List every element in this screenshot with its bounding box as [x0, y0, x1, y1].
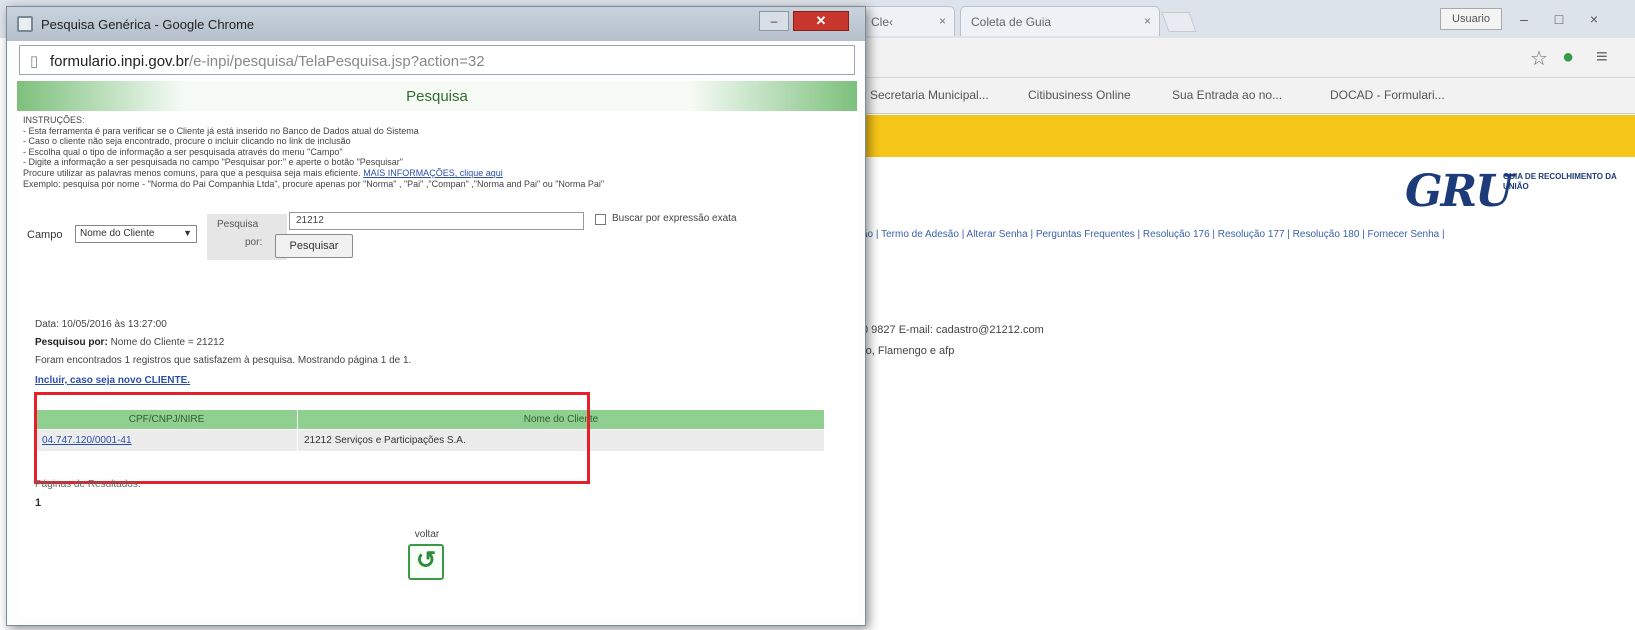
instruction-line: - Esta ferramenta é para verificar se o …: [23, 125, 419, 136]
url-path: /e-inpi/pesquisa/TelaPesquisa.jsp?action…: [188, 53, 485, 70]
page-header-bar: Pesquisa: [17, 81, 857, 111]
site-nav-links[interactable]: ão | Termo de Adesão | Alterar Senha | P…: [862, 229, 1635, 240]
popup-titlebar[interactable]: Pesquisa Genérica - Google Chrome – ✕: [7, 7, 865, 41]
more-info-link[interactable]: MAIS INFORMAÇÕES, clique aqui: [363, 168, 503, 178]
extension-icon[interactable]: ●: [1562, 46, 1574, 69]
minimize-button[interactable]: –: [759, 11, 789, 31]
back-arrow-icon[interactable]: ↺: [408, 544, 444, 580]
menu-icon[interactable]: ≡: [1596, 46, 1608, 69]
background-tab-1[interactable]: Cle‹ ×: [860, 6, 955, 36]
background-address-bar[interactable]: [860, 38, 1635, 78]
campo-select[interactable]: Nome do Cliente ▼: [75, 225, 197, 243]
gru-logo-caption: Guia de Recolhimento da União: [1503, 172, 1617, 191]
result-count: Foram encontrados 1 registros que satisf…: [35, 355, 412, 366]
page-info-icon: ▯: [30, 53, 39, 70]
campo-label: Campo: [27, 229, 63, 241]
maximize-icon[interactable]: □: [1545, 8, 1573, 30]
user-profile-button[interactable]: Usuario: [1440, 8, 1502, 30]
exact-match-checkbox[interactable]: [595, 214, 606, 225]
por-label: por:: [245, 237, 263, 248]
address-line: ro, Flamengo e afp: [862, 345, 955, 357]
popup-window: Pesquisa Genérica - Google Chrome – ✕ ▯ f…: [6, 6, 866, 626]
bookmarks-bar: Secretaria Municipal... Citibusiness Onl…: [860, 78, 1635, 114]
site-banner: [860, 115, 1635, 157]
contact-line: 0 9827 E-mail: cadastro@21212.com: [862, 324, 1044, 336]
popup-page-content: Pesquisa INSTRUÇÕES: - Esta ferramenta é…: [17, 81, 857, 617]
tab-label: Coleta de Guia: [971, 15, 1052, 29]
close-window-icon[interactable]: ×: [1580, 8, 1608, 30]
chevron-down-icon: ▼: [183, 228, 192, 238]
star-icon[interactable]: ☆: [1530, 46, 1548, 71]
pages-label: Páginas de Resultados:: [35, 479, 141, 490]
bookmark-item[interactable]: Secretaria Municipal...: [870, 88, 989, 102]
background-tab-2[interactable]: Coleta de Guia ×: [960, 6, 1160, 36]
tab-label: Cle‹: [871, 15, 894, 29]
pesquisa-label: Pesquisa: [217, 219, 259, 230]
url-host: formulario.inpi.gov.br: [50, 53, 189, 70]
search-button[interactable]: Pesquisar: [275, 234, 353, 258]
instruction-example: Exemplo: pesquisa por nome - "Norma do P…: [23, 178, 605, 189]
campo-selected-value: Nome do Cliente: [80, 228, 155, 239]
page-number-link[interactable]: 1: [35, 497, 41, 509]
page-title: Pesquisa: [406, 88, 468, 105]
close-button[interactable]: ✕: [793, 11, 849, 31]
instruction-line: INSTRUÇÕES:: [23, 115, 85, 125]
instruction-line: - Digite a informação a ser pesquisada n…: [23, 157, 403, 168]
close-icon[interactable]: ×: [1144, 14, 1151, 28]
back-label: voltar: [414, 529, 440, 540]
query-label: Pesquisou por:: [35, 337, 108, 348]
gru-logo: GRU Guia de Recolhimento da União: [1405, 162, 1625, 220]
close-icon[interactable]: ×: [939, 14, 946, 28]
instruction-tip: Procure utilizar as palavras menos comun…: [23, 168, 833, 179]
exact-match-label: Buscar por expressão exata: [612, 213, 737, 224]
instruction-line: - Caso o cliente não seja encontrado, pr…: [23, 136, 351, 147]
result-date: Data: 10/05/2016 às 13:27:00: [35, 319, 167, 330]
gru-logo-mark: GRU: [1405, 166, 1514, 217]
instruction-line: - Escolha qual o tipo de informação a se…: [23, 146, 343, 157]
popup-url-bar[interactable]: ▯ formulario.inpi.gov.br/e-inpi/pesquisa/…: [19, 45, 855, 75]
include-client-link[interactable]: Incluir, caso seja novo CLIENTE.: [35, 375, 190, 386]
instructions-block: INSTRUÇÕES: - Esta ferramenta é para ver…: [23, 115, 833, 189]
result-query: Pesquisou por: Nome do Cliente = 21212: [35, 337, 224, 348]
popup-title: Pesquisa Genérica - Google Chrome: [41, 17, 255, 32]
tip-text: Procure utilizar as palavras menos comun…: [23, 167, 361, 178]
highlight-box: [34, 392, 590, 484]
bookmark-item[interactable]: DOCAD - Formulari...: [1330, 88, 1445, 102]
minimize-icon[interactable]: –: [1510, 8, 1538, 30]
bookmark-item[interactable]: Sua Entrada ao no...: [1172, 88, 1282, 102]
page-icon: [17, 16, 33, 32]
query-value: Nome do Cliente = 21212: [107, 337, 225, 348]
bookmark-item[interactable]: Citibusiness Online: [1028, 88, 1131, 102]
search-input[interactable]: 21212: [289, 212, 584, 230]
